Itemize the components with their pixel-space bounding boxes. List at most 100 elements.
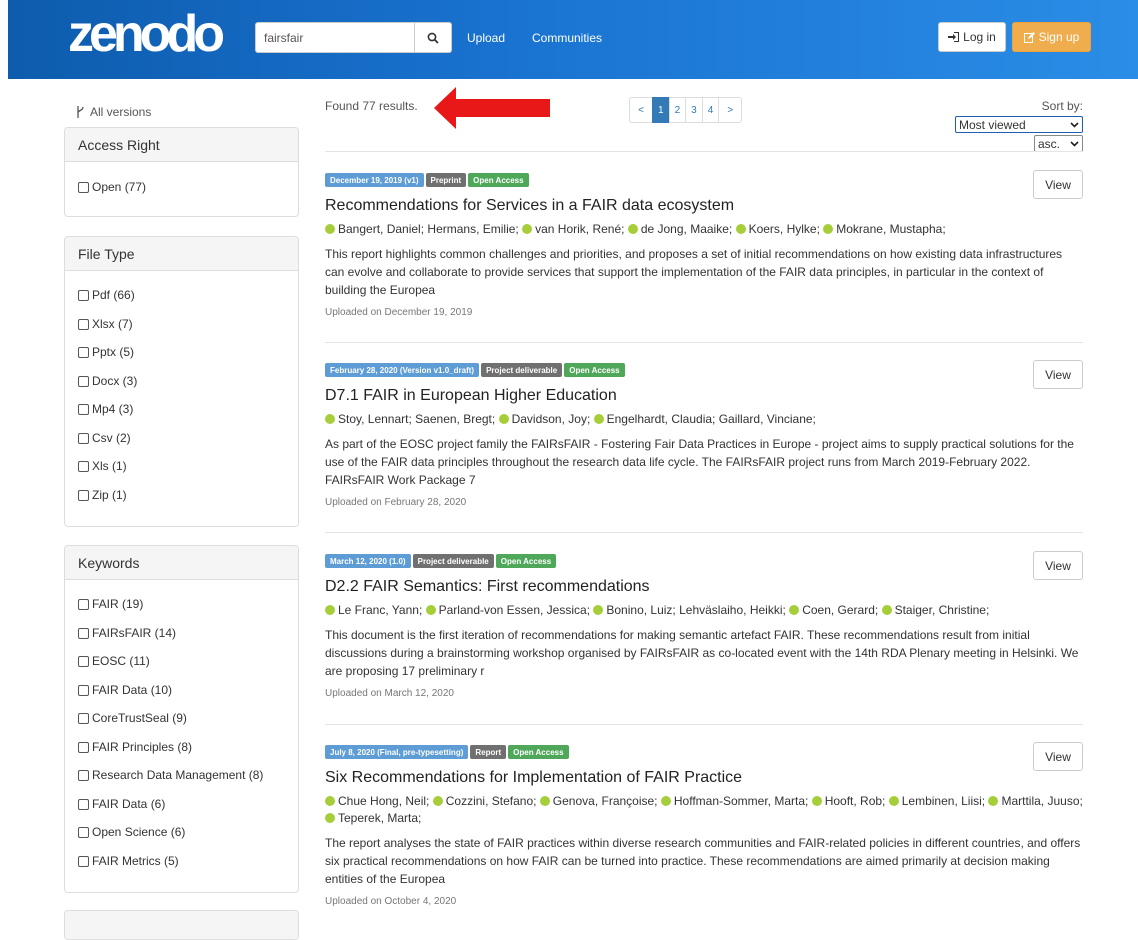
checkbox[interactable] [78, 599, 89, 610]
facet-option[interactable]: Csv (2) [78, 431, 285, 460]
login-button[interactable]: Log in [938, 22, 1006, 52]
orcid-icon[interactable] [593, 414, 604, 424]
page-1[interactable]: 1 [652, 97, 670, 123]
page-3[interactable]: 3 [685, 97, 703, 123]
facet-option[interactable]: FAIR Metrics (5) [78, 854, 285, 883]
orcid-icon[interactable] [888, 796, 899, 806]
checkbox[interactable] [78, 404, 89, 415]
record-description: This report highlights common challenges… [325, 247, 1063, 297]
checkbox[interactable] [78, 656, 89, 667]
facet-option[interactable]: Xls (1) [78, 459, 285, 488]
facet-option[interactable]: Docx (3) [78, 374, 285, 403]
orcid-icon[interactable] [593, 605, 604, 615]
checkbox[interactable] [78, 318, 89, 330]
page-prev[interactable]: < [629, 97, 653, 123]
facet-option[interactable]: FAIR Principles (8) [78, 740, 285, 769]
orcid-icon[interactable] [789, 605, 800, 615]
facet-option-label: EOSC (11) [92, 654, 150, 668]
page-4[interactable]: 4 [701, 97, 720, 123]
checkbox[interactable] [78, 770, 89, 781]
facet-option[interactable]: Mp4 (3) [78, 402, 285, 431]
facet-access-right: Access Right Open (77) [64, 127, 299, 217]
record-title-link[interactable]: D2.2 FAIR Semantics: First recommendatio… [325, 577, 1083, 597]
orcid-icon[interactable] [811, 796, 822, 806]
record-item: February 28, 2020 (Version v1.0_draft) P… [325, 360, 1083, 508]
orcid-icon[interactable] [522, 224, 533, 234]
facet-option[interactable]: Research Data Management (8) [78, 768, 285, 797]
orcid-icon[interactable] [325, 813, 335, 823]
type-badge: Project deliverable [412, 554, 494, 568]
facet-option-label: CoreTrustSeal (9) [92, 711, 187, 725]
orcid-icon[interactable] [735, 224, 746, 234]
facet-option[interactable]: FAIR (19) [78, 597, 285, 626]
facet-option[interactable]: Xlsx (7) [78, 317, 285, 346]
zenodo-logo[interactable]: zenodo [68, 9, 230, 59]
facet-option[interactable]: Pdf (66) [78, 288, 285, 317]
orcid-icon[interactable] [539, 796, 550, 806]
checkbox[interactable] [78, 182, 89, 193]
orcid-icon[interactable] [325, 224, 335, 234]
orcid-icon[interactable] [432, 796, 443, 806]
record-title-link[interactable]: Recommendations for Services in a FAIR d… [325, 196, 1083, 216]
order-select[interactable]: asc. [1034, 135, 1083, 152]
facet-option[interactable]: Open Science (6) [78, 825, 285, 854]
checkbox[interactable] [78, 713, 89, 724]
facet-title: File Type [65, 237, 298, 271]
type-badge: Project deliverable [481, 363, 563, 377]
facet-option[interactable]: Zip (1) [78, 488, 285, 517]
search-button[interactable] [414, 23, 451, 52]
record-upload-date: Uploaded on October 4, 2020 [325, 896, 457, 907]
checkbox[interactable] [78, 627, 89, 639]
facet-option[interactable]: FAIR Data (6) [78, 797, 285, 826]
author-name: Engelhardt, Claudia; [606, 412, 716, 426]
signup-button[interactable]: Sign up [1012, 22, 1091, 52]
checkbox[interactable] [78, 461, 89, 472]
checkbox[interactable] [78, 375, 89, 387]
view-button[interactable]: View [1033, 170, 1083, 199]
sort-select[interactable]: Most viewed [955, 116, 1083, 133]
orcid-icon[interactable] [823, 224, 834, 234]
checkbox[interactable] [78, 827, 89, 838]
orcid-icon[interactable] [325, 796, 335, 806]
facet-option-label: FAIR (19) [92, 597, 144, 611]
orcid-icon[interactable] [988, 796, 999, 806]
orcid-icon[interactable] [325, 605, 335, 615]
facet-option[interactable]: EOSC (11) [78, 654, 285, 683]
checkbox[interactable] [78, 684, 89, 696]
view-button[interactable]: View [1033, 360, 1083, 389]
all-versions-link[interactable]: All versions [76, 105, 151, 119]
view-button[interactable]: View [1033, 551, 1083, 580]
checkbox[interactable] [78, 741, 89, 753]
orcid-icon[interactable] [881, 605, 892, 615]
facet-option-label: Mp4 (3) [92, 402, 134, 416]
facet-option-label: FAIR Data (6) [92, 796, 166, 811]
record-title-link[interactable]: D7.1 FAIR in European Higher Education [325, 386, 1083, 406]
orcid-icon[interactable] [425, 605, 436, 615]
checkbox[interactable] [78, 855, 89, 867]
checkbox[interactable] [78, 489, 89, 501]
record-title-link[interactable]: Six Recommendations for Implementation o… [325, 768, 1083, 788]
all-versions-label: All versions [90, 105, 152, 119]
record-upload-date: Uploaded on December 19, 2019 [325, 307, 473, 318]
nav-upload-link[interactable]: Upload [467, 31, 505, 45]
checkbox[interactable] [78, 432, 89, 444]
page-next[interactable]: > [718, 97, 743, 123]
search-input[interactable] [256, 23, 414, 52]
facet-option[interactable]: FAIR Data (10) [78, 683, 285, 712]
facet-option[interactable]: FAIRsFAIR (14) [78, 626, 285, 655]
checkbox[interactable] [78, 347, 89, 358]
view-button[interactable]: View [1033, 742, 1083, 771]
divider [325, 724, 1083, 725]
orcid-icon[interactable] [325, 414, 335, 424]
orcid-icon[interactable] [498, 414, 509, 424]
nav-communities-link[interactable]: Communities [532, 31, 602, 45]
orcid-icon[interactable] [660, 796, 671, 806]
facet-option[interactable]: Pptx (5) [78, 345, 285, 374]
checkbox[interactable] [78, 290, 89, 301]
checkbox[interactable] [78, 798, 89, 810]
facet-option[interactable]: Open (77) [78, 180, 285, 209]
facet-option-label: FAIR Principles (8) [92, 739, 193, 754]
page-2[interactable]: 2 [668, 97, 687, 123]
orcid-icon[interactable] [627, 224, 638, 234]
facet-option[interactable]: CoreTrustSeal (9) [78, 711, 285, 740]
